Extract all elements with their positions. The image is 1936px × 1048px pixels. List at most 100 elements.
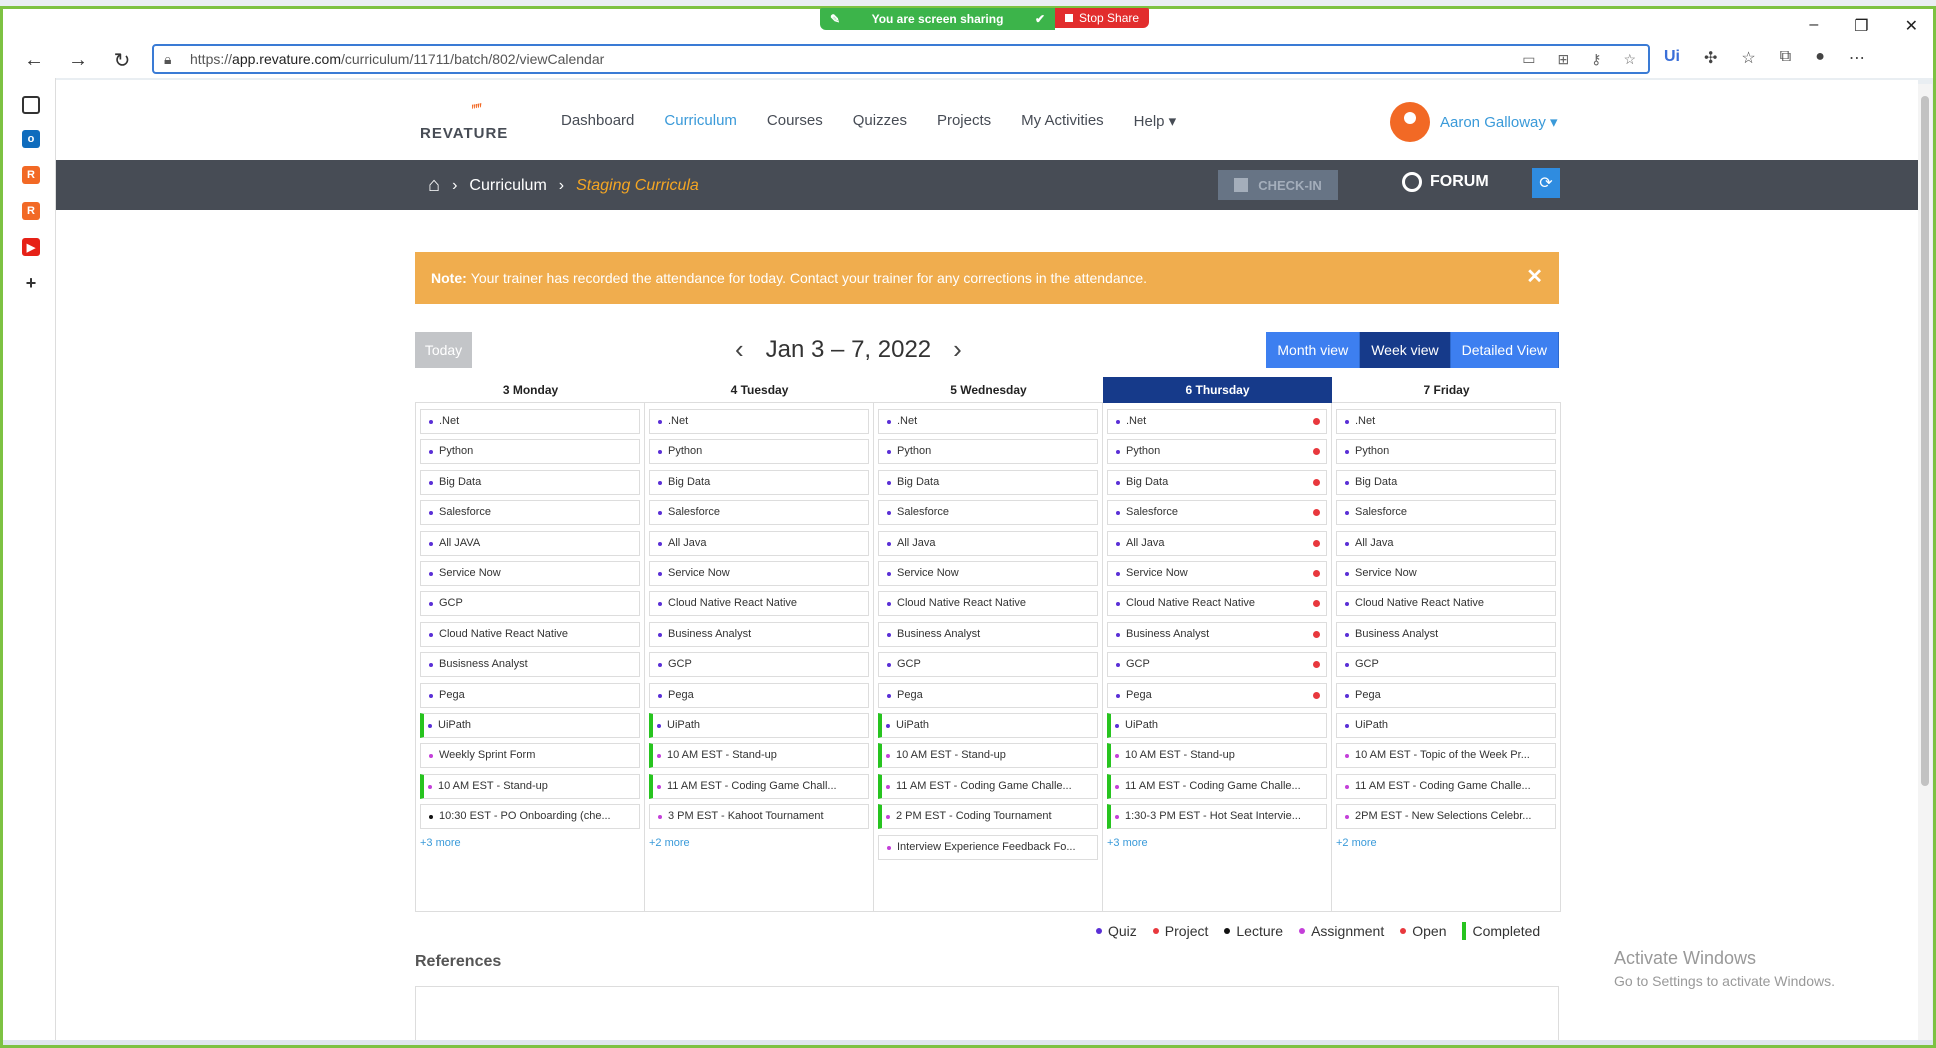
restore-button[interactable]: ❐: [1854, 16, 1868, 36]
calendar-event[interactable]: Big Data: [878, 469, 1098, 495]
calendar-event[interactable]: GCP: [1107, 652, 1327, 678]
calendar-event[interactable]: Service Now: [1336, 561, 1556, 586]
scrollbar-thumb[interactable]: [1921, 96, 1929, 786]
calendar-event[interactable]: 10 AM EST - Stand-up: [1107, 743, 1327, 769]
add-icon[interactable]: +: [22, 273, 40, 293]
calendar-event[interactable]: Cloud Native React Native: [420, 621, 640, 647]
read-aloud-icon[interactable]: ▭: [1522, 51, 1535, 68]
menu-projects[interactable]: Projects: [937, 112, 991, 130]
more-events-link[interactable]: +3 more: [1107, 837, 1148, 849]
menu-my-activities[interactable]: My Activities: [1021, 112, 1104, 130]
calendar-event[interactable]: Pega: [420, 682, 640, 708]
forum-button[interactable]: FORUM: [1402, 172, 1489, 192]
reload-icon[interactable]: ↻: [108, 46, 136, 74]
more-events-link[interactable]: +3 more: [420, 837, 461, 849]
calendar-event[interactable]: Pega: [649, 682, 869, 708]
calendar-event[interactable]: .Net: [878, 409, 1098, 434]
calendar-event[interactable]: Big Data: [1107, 469, 1327, 495]
menu-curriculum[interactable]: Curriculum: [664, 112, 737, 130]
user-menu[interactable]: Aaron Galloway ▾: [1390, 102, 1558, 142]
calendar-event[interactable]: Salesforce: [420, 500, 640, 526]
calendar-event[interactable]: 10:30 EST - PO Onboarding (che...: [420, 804, 640, 830]
calendar-event[interactable]: Cloud Native React Native: [878, 591, 1098, 617]
more-events-link[interactable]: +2 more: [649, 837, 690, 849]
revature-tab-icon-2[interactable]: R: [22, 202, 40, 220]
calendar-event[interactable]: UiPath: [649, 713, 869, 738]
checkin-button[interactable]: CHECK-IN: [1218, 170, 1338, 200]
calendar-event[interactable]: Busisness Analyst: [420, 652, 640, 678]
calendar-event[interactable]: Business Analyst: [1336, 621, 1556, 647]
calendar-event[interactable]: 11 AM EST - Coding Game Challe...: [1336, 773, 1556, 799]
calendar-event[interactable]: 1:30-3 PM EST - Hot Seat Intervie...: [1107, 804, 1327, 830]
calendar-event[interactable]: All Java: [1336, 530, 1556, 556]
calendar-event[interactable]: Service Now: [1107, 561, 1327, 586]
calendar-event[interactable]: 2 PM EST - Coding Tournament: [878, 804, 1098, 830]
page-scrollbar[interactable]: [1918, 84, 1932, 1042]
calendar-event[interactable]: UiPath: [1336, 713, 1556, 738]
calendar-event[interactable]: Python: [1336, 439, 1556, 465]
calendar-event[interactable]: Python: [649, 439, 869, 465]
calendar-event[interactable]: Python: [1107, 439, 1327, 465]
today-button[interactable]: Today: [415, 332, 472, 368]
extensions-icon[interactable]: ✣: [1704, 48, 1717, 68]
more-icon[interactable]: ⋯: [1849, 48, 1865, 68]
calendar-event[interactable]: All JAVA: [420, 530, 640, 556]
calendar-event[interactable]: Salesforce: [1336, 500, 1556, 526]
calendar-event[interactable]: 10 AM EST - Stand-up: [420, 773, 640, 799]
calendar-event[interactable]: Service Now: [649, 561, 869, 586]
calendar-event[interactable]: Cloud Native React Native: [1336, 591, 1556, 617]
calendar-event[interactable]: 3 PM EST - Kahoot Tournament: [649, 804, 869, 830]
calendar-event[interactable]: Pega: [1336, 682, 1556, 708]
calendar-event[interactable]: All Java: [1107, 530, 1327, 556]
calendar-event[interactable]: All Java: [649, 530, 869, 556]
calendar-event[interactable]: Salesforce: [1107, 500, 1327, 526]
calendar-event[interactable]: .Net: [1107, 409, 1327, 434]
back-icon[interactable]: ←: [20, 46, 48, 74]
favorite-add-icon[interactable]: ☆: [1623, 51, 1636, 68]
stop-share-button[interactable]: Stop Share: [1055, 8, 1150, 28]
calendar-event[interactable]: 11 AM EST - Coding Game Challe...: [878, 773, 1098, 799]
apps-icon[interactable]: ⊞: [1557, 51, 1569, 68]
profile-icon[interactable]: ●: [1815, 48, 1825, 68]
uipath-extension-icon[interactable]: Ui: [1664, 48, 1680, 68]
menu-dashboard[interactable]: Dashboard: [561, 112, 634, 130]
calendar-event[interactable]: Interview Experience Feedback Fo...: [878, 834, 1098, 860]
week-view-button[interactable]: Week view: [1360, 332, 1451, 368]
menu-courses[interactable]: Courses: [767, 112, 823, 130]
calendar-event[interactable]: 11 AM EST - Coding Game Challe...: [1107, 773, 1327, 799]
calendar-event[interactable]: GCP: [878, 652, 1098, 678]
calendar-event[interactable]: Service Now: [878, 561, 1098, 586]
calendar-event[interactable]: Big Data: [420, 469, 640, 495]
calendar-event[interactable]: 2PM EST - New Selections Celebr...: [1336, 804, 1556, 830]
refresh-button[interactable]: ⟳: [1532, 168, 1560, 198]
calendar-event[interactable]: Salesforce: [878, 500, 1098, 526]
close-button[interactable]: ✕: [1905, 16, 1918, 36]
close-icon[interactable]: ✕: [1526, 264, 1543, 289]
minimize-button[interactable]: –: [1809, 16, 1818, 36]
chevron-left-icon[interactable]: ‹: [735, 334, 744, 365]
detailed-view-button[interactable]: Detailed View: [1450, 332, 1559, 368]
calendar-event[interactable]: Cloud Native React Native: [649, 591, 869, 617]
calendar-event[interactable]: Business Analyst: [1107, 621, 1327, 647]
calendar-event[interactable]: Pega: [878, 682, 1098, 708]
calendar-event[interactable]: Python: [420, 439, 640, 465]
calendar-event[interactable]: Salesforce: [649, 500, 869, 526]
calendar-event[interactable]: .Net: [420, 409, 640, 434]
calendar-event[interactable]: UiPath: [878, 713, 1098, 738]
menu-help[interactable]: Help ▾: [1134, 112, 1177, 130]
chevron-right-icon[interactable]: ›: [953, 334, 962, 365]
calendar-event[interactable]: All Java: [878, 530, 1098, 556]
breadcrumb-curriculum[interactable]: Curriculum: [469, 177, 546, 195]
calendar-event[interactable]: 11 AM EST - Coding Game Chall...: [649, 773, 869, 799]
calendar-event[interactable]: GCP: [420, 591, 640, 617]
calendar-event[interactable]: Big Data: [649, 469, 869, 495]
forward-icon[interactable]: →: [64, 46, 92, 74]
calendar-event[interactable]: 10 AM EST - Stand-up: [878, 743, 1098, 769]
calendar-event[interactable]: UiPath: [1107, 713, 1327, 738]
calendar-event[interactable]: .Net: [649, 409, 869, 434]
collections-icon[interactable]: ⧉: [1780, 48, 1791, 68]
tabs-icon[interactable]: [22, 96, 40, 114]
revature-tab-icon[interactable]: R: [22, 166, 40, 184]
key-icon[interactable]: ⚷: [1591, 51, 1601, 68]
favorites-icon[interactable]: ☆: [1741, 48, 1755, 68]
